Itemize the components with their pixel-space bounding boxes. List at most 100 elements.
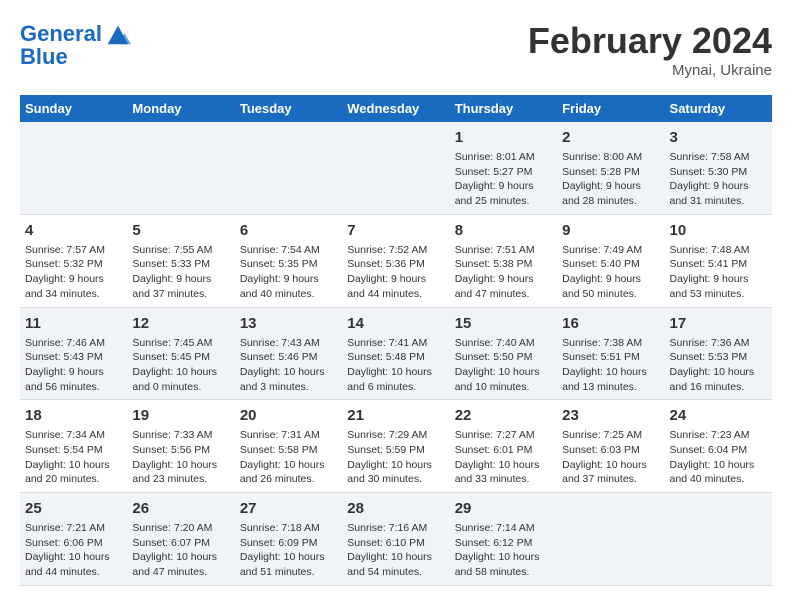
- day-number: 27: [240, 498, 337, 519]
- day-info: Sunrise: 7:25 AM Sunset: 6:03 PM Dayligh…: [562, 428, 659, 487]
- day-info: Sunrise: 7:45 AM Sunset: 5:45 PM Dayligh…: [132, 336, 229, 395]
- day-info: Sunrise: 7:41 AM Sunset: 5:48 PM Dayligh…: [347, 336, 444, 395]
- day-info: Sunrise: 7:36 AM Sunset: 5:53 PM Dayligh…: [670, 336, 767, 395]
- calendar-cell: 14Sunrise: 7:41 AM Sunset: 5:48 PM Dayli…: [342, 307, 449, 400]
- calendar-cell: 13Sunrise: 7:43 AM Sunset: 5:46 PM Dayli…: [235, 307, 342, 400]
- calendar-cell: 26Sunrise: 7:20 AM Sunset: 6:07 PM Dayli…: [127, 493, 234, 586]
- day-info: Sunrise: 7:55 AM Sunset: 5:33 PM Dayligh…: [132, 243, 229, 302]
- location: Mynai, Ukraine: [528, 62, 772, 79]
- day-number: 23: [562, 405, 659, 426]
- day-number: 4: [25, 220, 122, 241]
- calendar-row-0: 1Sunrise: 8:01 AM Sunset: 5:27 PM Daylig…: [20, 122, 772, 214]
- day-info: Sunrise: 7:33 AM Sunset: 5:56 PM Dayligh…: [132, 428, 229, 487]
- day-number: 19: [132, 405, 229, 426]
- calendar-cell: 25Sunrise: 7:21 AM Sunset: 6:06 PM Dayli…: [20, 493, 127, 586]
- calendar-cell: 28Sunrise: 7:16 AM Sunset: 6:10 PM Dayli…: [342, 493, 449, 586]
- weekday-header-thursday: Thursday: [450, 95, 557, 122]
- day-number: 8: [455, 220, 552, 241]
- day-number: 12: [132, 313, 229, 334]
- day-number: 29: [455, 498, 552, 519]
- weekday-header-sunday: Sunday: [20, 95, 127, 122]
- day-number: 28: [347, 498, 444, 519]
- day-info: Sunrise: 7:27 AM Sunset: 6:01 PM Dayligh…: [455, 428, 552, 487]
- calendar-cell: 2Sunrise: 8:00 AM Sunset: 5:28 PM Daylig…: [557, 122, 664, 214]
- weekday-header-saturday: Saturday: [665, 95, 772, 122]
- day-info: Sunrise: 7:20 AM Sunset: 6:07 PM Dayligh…: [132, 521, 229, 580]
- title-area: February 2024 Mynai, Ukraine: [528, 20, 772, 79]
- calendar-cell: 18Sunrise: 7:34 AM Sunset: 5:54 PM Dayli…: [20, 400, 127, 493]
- calendar-cell: 10Sunrise: 7:48 AM Sunset: 5:41 PM Dayli…: [665, 214, 772, 307]
- day-info: Sunrise: 7:40 AM Sunset: 5:50 PM Dayligh…: [455, 336, 552, 395]
- day-info: Sunrise: 7:18 AM Sunset: 6:09 PM Dayligh…: [240, 521, 337, 580]
- day-number: 6: [240, 220, 337, 241]
- calendar-cell: 6Sunrise: 7:54 AM Sunset: 5:35 PM Daylig…: [235, 214, 342, 307]
- day-info: Sunrise: 7:46 AM Sunset: 5:43 PM Dayligh…: [25, 336, 122, 395]
- calendar-cell: 9Sunrise: 7:49 AM Sunset: 5:40 PM Daylig…: [557, 214, 664, 307]
- calendar-cell: 20Sunrise: 7:31 AM Sunset: 5:58 PM Dayli…: [235, 400, 342, 493]
- calendar-cell: 4Sunrise: 7:57 AM Sunset: 5:32 PM Daylig…: [20, 214, 127, 307]
- day-number: 21: [347, 405, 444, 426]
- month-title: February 2024: [528, 20, 772, 62]
- calendar-cell: 5Sunrise: 7:55 AM Sunset: 5:33 PM Daylig…: [127, 214, 234, 307]
- calendar-cell: 22Sunrise: 7:27 AM Sunset: 6:01 PM Dayli…: [450, 400, 557, 493]
- day-number: 22: [455, 405, 552, 426]
- calendar-row-2: 11Sunrise: 7:46 AM Sunset: 5:43 PM Dayli…: [20, 307, 772, 400]
- calendar-row-3: 18Sunrise: 7:34 AM Sunset: 5:54 PM Dayli…: [20, 400, 772, 493]
- day-info: Sunrise: 7:34 AM Sunset: 5:54 PM Dayligh…: [25, 428, 122, 487]
- day-info: Sunrise: 7:29 AM Sunset: 5:59 PM Dayligh…: [347, 428, 444, 487]
- day-number: 26: [132, 498, 229, 519]
- day-info: Sunrise: 7:57 AM Sunset: 5:32 PM Dayligh…: [25, 243, 122, 302]
- weekday-header-row: SundayMondayTuesdayWednesdayThursdayFrid…: [20, 95, 772, 122]
- calendar-cell: 7Sunrise: 7:52 AM Sunset: 5:36 PM Daylig…: [342, 214, 449, 307]
- weekday-header-friday: Friday: [557, 95, 664, 122]
- calendar-cell: 19Sunrise: 7:33 AM Sunset: 5:56 PM Dayli…: [127, 400, 234, 493]
- calendar-cell: 3Sunrise: 7:58 AM Sunset: 5:30 PM Daylig…: [665, 122, 772, 214]
- weekday-header-tuesday: Tuesday: [235, 95, 342, 122]
- calendar-row-1: 4Sunrise: 7:57 AM Sunset: 5:32 PM Daylig…: [20, 214, 772, 307]
- day-info: Sunrise: 7:14 AM Sunset: 6:12 PM Dayligh…: [455, 521, 552, 580]
- day-number: 15: [455, 313, 552, 334]
- logo-text: General: [20, 22, 102, 46]
- day-info: Sunrise: 7:49 AM Sunset: 5:40 PM Dayligh…: [562, 243, 659, 302]
- calendar-cell: [665, 493, 772, 586]
- day-info: Sunrise: 7:43 AM Sunset: 5:46 PM Dayligh…: [240, 336, 337, 395]
- weekday-header-monday: Monday: [127, 95, 234, 122]
- day-info: Sunrise: 7:38 AM Sunset: 5:51 PM Dayligh…: [562, 336, 659, 395]
- calendar-cell: 27Sunrise: 7:18 AM Sunset: 6:09 PM Dayli…: [235, 493, 342, 586]
- day-number: 24: [670, 405, 767, 426]
- day-number: 17: [670, 313, 767, 334]
- day-info: Sunrise: 7:23 AM Sunset: 6:04 PM Dayligh…: [670, 428, 767, 487]
- logo: General Blue: [20, 20, 132, 70]
- calendar-cell: 16Sunrise: 7:38 AM Sunset: 5:51 PM Dayli…: [557, 307, 664, 400]
- day-number: 7: [347, 220, 444, 241]
- logo-icon: [104, 20, 132, 48]
- calendar-cell: [235, 122, 342, 214]
- day-info: Sunrise: 8:01 AM Sunset: 5:27 PM Dayligh…: [455, 150, 552, 209]
- calendar-cell: 12Sunrise: 7:45 AM Sunset: 5:45 PM Dayli…: [127, 307, 234, 400]
- page-header: General Blue February 2024 Mynai, Ukrain…: [20, 20, 772, 79]
- calendar-cell: 8Sunrise: 7:51 AM Sunset: 5:38 PM Daylig…: [450, 214, 557, 307]
- day-info: Sunrise: 8:00 AM Sunset: 5:28 PM Dayligh…: [562, 150, 659, 209]
- day-info: Sunrise: 7:31 AM Sunset: 5:58 PM Dayligh…: [240, 428, 337, 487]
- day-info: Sunrise: 7:58 AM Sunset: 5:30 PM Dayligh…: [670, 150, 767, 209]
- day-number: 10: [670, 220, 767, 241]
- day-number: 1: [455, 127, 552, 148]
- calendar-row-4: 25Sunrise: 7:21 AM Sunset: 6:06 PM Dayli…: [20, 493, 772, 586]
- calendar-cell: [557, 493, 664, 586]
- calendar-cell: 15Sunrise: 7:40 AM Sunset: 5:50 PM Dayli…: [450, 307, 557, 400]
- day-number: 13: [240, 313, 337, 334]
- day-info: Sunrise: 7:51 AM Sunset: 5:38 PM Dayligh…: [455, 243, 552, 302]
- day-info: Sunrise: 7:54 AM Sunset: 5:35 PM Dayligh…: [240, 243, 337, 302]
- day-info: Sunrise: 7:48 AM Sunset: 5:41 PM Dayligh…: [670, 243, 767, 302]
- day-number: 11: [25, 313, 122, 334]
- day-number: 5: [132, 220, 229, 241]
- day-info: Sunrise: 7:16 AM Sunset: 6:10 PM Dayligh…: [347, 521, 444, 580]
- calendar-cell: [20, 122, 127, 214]
- calendar-cell: 11Sunrise: 7:46 AM Sunset: 5:43 PM Dayli…: [20, 307, 127, 400]
- calendar-cell: 23Sunrise: 7:25 AM Sunset: 6:03 PM Dayli…: [557, 400, 664, 493]
- day-number: 20: [240, 405, 337, 426]
- calendar-cell: 21Sunrise: 7:29 AM Sunset: 5:59 PM Dayli…: [342, 400, 449, 493]
- weekday-header-wednesday: Wednesday: [342, 95, 449, 122]
- day-number: 16: [562, 313, 659, 334]
- calendar-cell: 29Sunrise: 7:14 AM Sunset: 6:12 PM Dayli…: [450, 493, 557, 586]
